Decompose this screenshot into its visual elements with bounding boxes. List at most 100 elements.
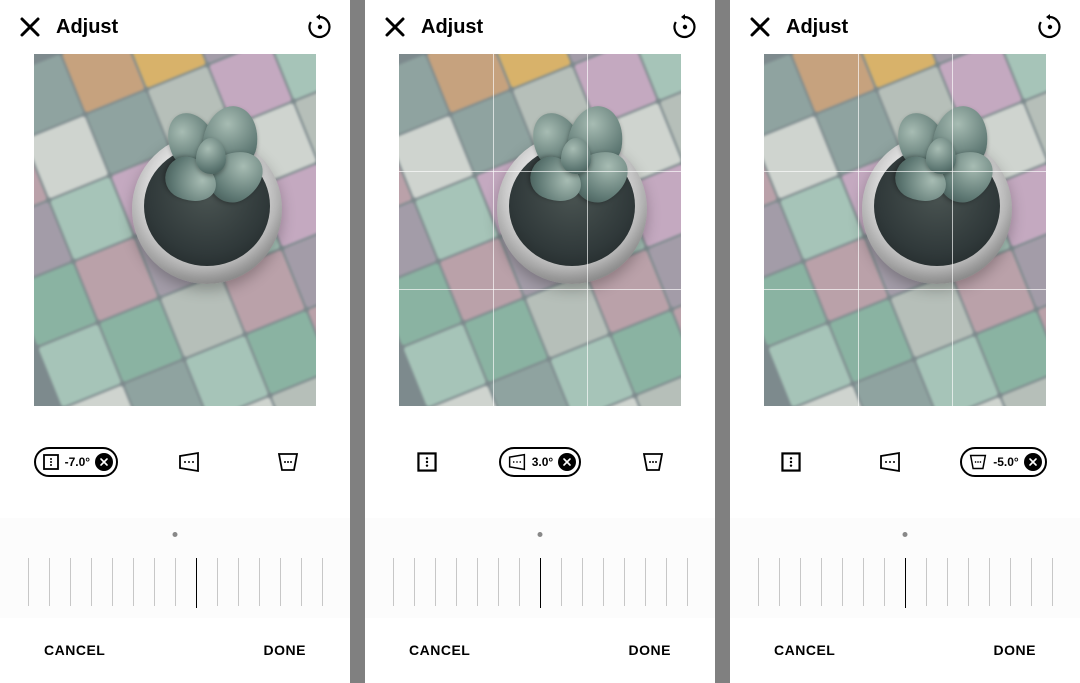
slider-tick [905,558,906,608]
footer: CANCEL DONE [730,618,1080,682]
clear-value-button[interactable] [558,453,576,471]
image-preview[interactable] [0,54,350,406]
slider-tick [1052,558,1053,606]
three-pane-view: Adjust [0,0,1080,683]
close-icon [383,15,407,39]
straighten-tool[interactable] [763,447,819,477]
slider-tick [435,558,436,606]
photo [34,54,316,406]
perspective-y-icon [276,451,300,473]
slider-tick [238,558,239,606]
slider-tick [133,558,134,606]
cancel-button[interactable]: CANCEL [774,642,835,658]
perspective-x-tool-active[interactable]: 3.0° [499,447,581,477]
photo-leaf [196,138,226,174]
perspective-x-tool[interactable] [862,447,918,477]
header: Adjust [365,0,715,54]
photo-leaf [561,138,591,174]
slider-tick [217,558,218,606]
adjust-slider[interactable] [730,518,1080,618]
slider-tick [779,558,780,606]
perspective-x-icon [507,453,527,471]
image-preview[interactable] [730,54,1080,406]
slider-tick [49,558,50,606]
slider-tick [280,558,281,606]
slider-tick [884,558,885,606]
slider-tick [947,558,948,606]
rotate-icon [307,14,333,40]
rotate-button[interactable] [667,9,703,45]
perspective-y-icon [968,453,988,471]
photo [764,54,1046,406]
slider-tick [666,558,667,606]
clear-value-button[interactable] [1024,453,1042,471]
slider-tick [758,558,759,606]
done-button[interactable]: DONE [264,642,306,658]
slider-tick [112,558,113,606]
straighten-tool[interactable] [399,447,455,477]
slider-tick [259,558,260,606]
rotate-icon [1037,14,1063,40]
straighten-icon [780,451,802,473]
cancel-button[interactable]: CANCEL [44,642,105,658]
slider-tick [477,558,478,606]
slider-tick [800,558,801,606]
perspective-x-icon [177,451,201,473]
footer: CANCEL DONE [0,618,350,682]
slider-tick [91,558,92,606]
adjust-slider[interactable] [0,518,350,618]
perspective-y-tool-active[interactable]: -5.0° [960,447,1046,477]
tool-row: -5.0° [730,406,1080,518]
done-button[interactable]: DONE [629,642,671,658]
tool-value: -5.0° [993,455,1018,469]
slider-tick [582,558,583,606]
footer: CANCEL DONE [365,618,715,682]
tool-value: -7.0° [65,455,90,469]
slider-tick [926,558,927,606]
adjust-slider[interactable] [365,518,715,618]
close-icon [99,457,109,467]
slider-tick [645,558,646,606]
page-title: Adjust [56,16,302,39]
tool-value: 3.0° [532,455,553,469]
cancel-button[interactable]: CANCEL [409,642,470,658]
slider-ticks [365,558,715,610]
close-button[interactable] [742,9,778,45]
tool-row: -7.0° [0,406,350,518]
clear-value-button[interactable] [95,453,113,471]
slider-tick [624,558,625,606]
done-button[interactable]: DONE [994,642,1036,658]
slider-tick [968,558,969,606]
close-button[interactable] [12,9,48,45]
close-button[interactable] [377,9,413,45]
slider-tick [842,558,843,606]
slider-tick [175,558,176,606]
perspective-x-tool[interactable] [161,447,217,477]
slider-tick [393,558,394,606]
close-icon [748,15,772,39]
slider-tick [498,558,499,606]
slider-center-dot [173,532,178,537]
perspective-x-icon [878,451,902,473]
slider-tick [519,558,520,606]
photo-leaf [926,138,956,174]
slider-tick [989,558,990,606]
header: Adjust [0,0,350,54]
tool-row: 3.0° [365,406,715,518]
slider-tick [540,558,541,608]
slider-tick [414,558,415,606]
slider-tick [821,558,822,606]
panel-2: Adjust [730,0,1080,683]
image-preview[interactable] [365,54,715,406]
rotate-button[interactable] [1032,9,1068,45]
slider-tick [322,558,323,606]
slider-tick [863,558,864,606]
slider-tick [154,558,155,606]
perspective-y-tool[interactable] [260,447,316,477]
straighten-tool-active[interactable]: -7.0° [34,447,118,477]
slider-ticks [0,558,350,610]
perspective-y-tool[interactable] [625,447,681,477]
close-icon [562,457,572,467]
rotate-button[interactable] [302,9,338,45]
slider-tick [603,558,604,606]
